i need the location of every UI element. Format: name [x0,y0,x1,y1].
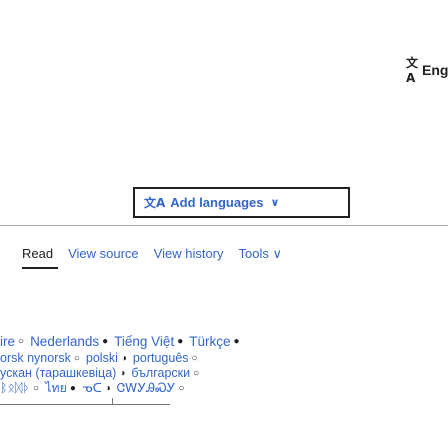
language-link-label: български [131,366,191,380]
language-row: ire ○ Nederlands ● Tiếng Việt ● Türkçe ● [0,333,448,350]
add-languages-label: Add languages [170,195,264,210]
tab-view-history[interactable]: View history [154,246,224,262]
language-separator-icon: ○ [178,383,185,394]
language-link[interactable]: ไทย ● [45,381,76,396]
language-separator-icon: ◑ [120,353,127,364]
language-separator-icon: ○ [33,383,40,394]
language-link-label: ᏣᎳᎩᎯᏍᎩ [116,381,176,395]
language-link-label: Tiếng Việt [114,334,175,349]
language-separator-icon: ● [69,383,76,394]
tab-selected-underline [22,267,58,269]
language-row: orsk nynorsk ○ polski ◑ português ○ [0,351,448,366]
language-row: ускан (тарашкевіца) ◑ български ○ [0,366,448,381]
language-link[interactable]: ᓀᑕ ◑ [82,381,111,396]
language-separator-icon: ◑ [119,368,126,379]
language-separator-icon: ◑ [104,383,111,394]
language-link[interactable]: български ○ [131,366,199,381]
tab-tools[interactable]: Tools ∨ [239,246,283,262]
divider [0,404,170,405]
language-button[interactable]: 文A Eng [406,54,448,85]
tab-read[interactable]: Read [22,246,53,262]
language-button-label: Eng [422,61,448,78]
language-link-label: ускан (тарашкевіца) [0,366,117,380]
add-languages-button[interactable]: 文A Add languages ∨ [133,187,350,218]
language-link-label: polski [85,351,118,365]
language-link[interactable]: ᏣᎳᎩᎯᏍᎩ ○ [117,381,185,396]
tab-view-source[interactable]: View source [68,246,139,262]
language-link[interactable]: ускан (тарашкевіца) ◑ [0,366,125,381]
language-link-label: orsk nynorsk [0,351,71,365]
divider-tick [112,398,113,405]
language-separator-icon: ○ [73,353,80,364]
language-link-label: ไทย [45,381,67,395]
chevron-down-icon: ∨ [270,197,280,209]
language-link-label: ᓀᑕ [81,381,102,395]
language-link[interactable]: Türkçe ● [189,333,239,350]
page-tabs: Read View source View history Tools ∨ [22,246,282,262]
language-separator-icon: ○ [193,368,200,379]
language-link[interactable]: ᛒᛟᛞᚦ ○ [0,381,39,396]
translate-icon: 文A [144,196,166,210]
language-separator-icon: ○ [18,336,25,347]
language-link[interactable]: polski ◑ [86,351,127,366]
language-link[interactable]: português ○ [133,351,198,366]
divider [0,225,448,226]
chevron-down-icon: ∨ [272,246,282,261]
language-link[interactable]: Tiếng Việt ● [114,333,183,350]
translate-icon: 文A [406,56,419,85]
language-separator-icon: ● [177,336,184,347]
language-link-label: Nederlands [30,334,100,349]
language-link-label: ire [0,334,16,349]
language-separator-icon: ○ [191,353,198,364]
language-separator-icon: ● [102,336,109,347]
language-link[interactable]: Nederlands ● [30,333,108,350]
language-link[interactable]: ire ○ [0,333,24,350]
language-row: ᛒᛟᛞᚦ ○ ไทย ● ᓀᑕ ◑ ᏣᎳᎩᎯᏍᎩ ○ [0,381,448,396]
language-link-label: Türkçe [189,334,231,349]
tab-tools-label: Tools [238,246,269,261]
language-separator-icon: ● [233,336,240,347]
language-list: ire ○ Nederlands ● Tiếng Việt ● Türkçe ● orsk ny… [0,333,448,396]
language-link-label: português [132,351,189,365]
language-link-label: ᛒᛟᛞᚦ [0,381,31,395]
language-link[interactable]: orsk nynorsk ○ [0,351,80,366]
